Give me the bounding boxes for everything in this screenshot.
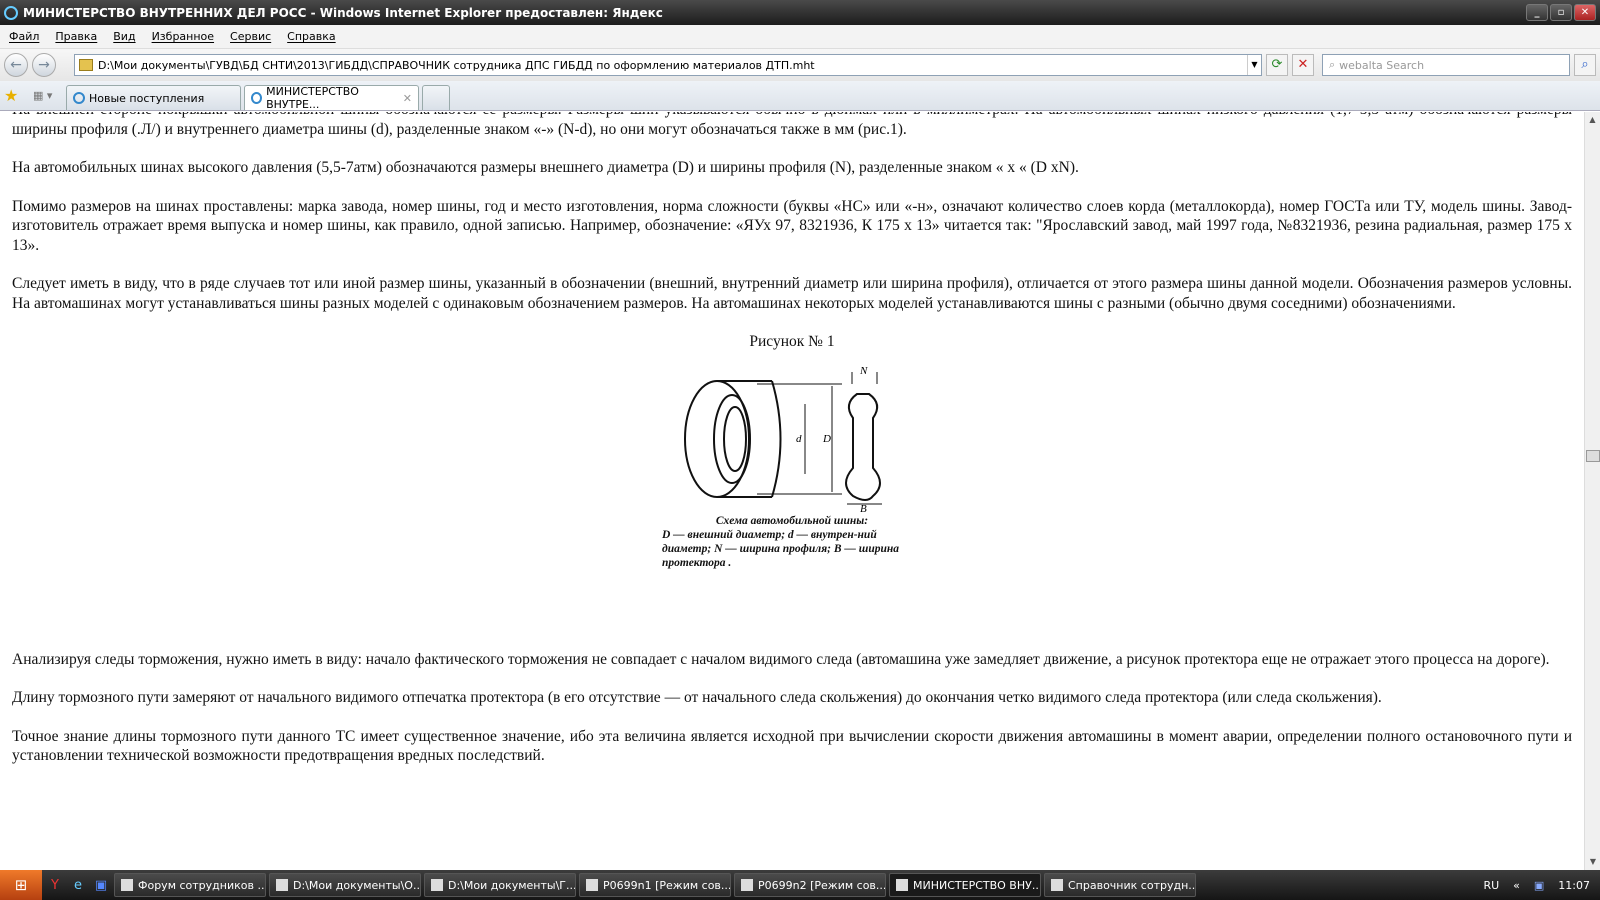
minimize-button[interactable]: _ [1526,4,1548,21]
search-input[interactable]: ⌕ webalta Search [1322,54,1570,76]
favorites-star-icon[interactable]: ★ [4,86,30,105]
tire-diagram: N B D d [684,365,882,514]
menu-edit[interactable]: Правка [55,30,97,43]
clock[interactable]: 11:07 [1558,879,1590,892]
menu-bar: Файл Правка Вид Избранное Сервис Справка [0,25,1600,49]
nav-bar: ← → D:\Мои документы\ГУВД\БД СНТИ\2013\Г… [0,49,1600,81]
label-D: D [822,433,831,445]
back-button[interactable]: ← [4,53,28,77]
tab-bar: ★ ▦ ▾ Новые поступления МИНИСТЕРСТВО ВНУ… [0,81,1600,111]
tab-label: МИНИСТЕРСТВО ВНУТРЕ... [266,85,359,111]
language-indicator[interactable]: RU [1483,879,1499,892]
address-bar[interactable]: D:\Мои документы\ГУВД\БД СНТИ\2013\ГИБДД… [74,54,1262,76]
yandex-icon[interactable]: Y [45,878,65,893]
ie-page-icon [73,92,85,104]
tab-ministry[interactable]: МИНИСТЕРСТВО ВНУТРЕ... ✕ [244,85,419,111]
paragraph: Следует иметь в виду, что в ряде случаев… [12,275,1572,312]
search-button[interactable]: ⌕ [1574,54,1596,76]
tab-new-arrivals[interactable]: Новые поступления [66,85,241,110]
menu-help[interactable]: Справка [287,30,335,43]
taskbar-item[interactable]: D:\Мои документы\Г... [424,873,576,897]
taskbar: ⊞ Y e ▣ Форум сотрудников ... D:\Мои док… [0,870,1600,900]
forward-button[interactable]: → [32,53,56,77]
ie-icon[interactable]: e [68,878,88,893]
search-placeholder: webalta Search [1339,58,1425,72]
paragraph: Точное знание длины тормозного пути данн… [12,727,1572,765]
paragraph: Длину тормозного пути замеряют от началь… [12,689,1382,706]
paragraph: Анализируя следы торможения, нужно иметь… [12,650,1550,668]
system-tray: RU « ▣ 11:07 [1483,879,1600,892]
label-N: N [859,365,868,377]
page-content: На внешней стороне покрышки автомобильно… [0,112,1584,870]
address-text: D:\Мои документы\ГУВД\БД СНТИ\2013\ГИБДД… [98,58,815,72]
close-button[interactable]: ✕ [1574,4,1596,21]
refresh-button[interactable]: ⟳ [1266,54,1288,76]
tray-expand-icon[interactable]: « [1513,879,1520,892]
label-d: d [796,433,802,445]
taskbar-item[interactable]: МИНИСТЕРСТВО ВНУ... [889,873,1041,897]
menu-view[interactable]: Вид [113,30,135,43]
figure-caption: Схема автомобильной шины: D — внешний ди… [662,514,922,570]
figure-title: Рисунок № 1 [749,333,835,350]
window-title: МИНИСТЕРСТВО ВНУТРЕННИХ ДЕЛ РОСС - Windo… [23,5,663,20]
start-button[interactable]: ⊞ [0,870,42,900]
caption-title: Схема автомобильной шины: [715,514,869,527]
file-icon [79,59,93,71]
desktop-icon[interactable]: ▣ [91,878,111,893]
chevron-down-icon[interactable]: ▼ [1247,55,1261,75]
new-tab-button[interactable] [422,85,450,110]
search-icon: ⌕ [1329,58,1336,71]
stop-button[interactable]: ✕ [1292,54,1314,76]
scroll-thumb[interactable] [1586,450,1600,462]
ie-page-icon [251,92,263,104]
scroll-down-icon[interactable]: ▼ [1585,854,1600,870]
paragraph: На внешней стороне покрышки автомобильно… [12,112,1572,138]
taskbar-item[interactable]: P0699n1 [Режим сов... [579,873,731,897]
paragraph: На автомобильных шинах высокого давления… [12,159,1079,176]
label-B: B [860,503,867,514]
menu-file[interactable]: Файл [9,30,39,43]
taskbar-item[interactable]: Справочник сотрудн... [1044,873,1196,897]
quick-tabs-icon[interactable]: ▦ ▾ [33,89,63,102]
maximize-button[interactable]: ▫ [1550,4,1572,21]
ie-logo-icon [4,5,18,20]
vertical-scrollbar[interactable]: ▲ ▼ [1584,112,1600,870]
tab-close-icon[interactable]: ✕ [403,92,412,105]
taskbar-item[interactable]: P0699n2 [Режим сов... [734,873,886,897]
title-bar: МИНИСТЕРСТВО ВНУТРЕННИХ ДЕЛ РОСС - Windo… [0,0,1600,25]
caption-text: D — внешний диаметр; d — внутрен-ний диа… [662,528,899,569]
menu-favorites[interactable]: Избранное [152,30,214,43]
taskbar-item[interactable]: D:\Мои документы\О... [269,873,421,897]
menu-tools[interactable]: Сервис [230,30,271,43]
network-icon[interactable]: ▣ [1534,879,1544,892]
taskbar-item[interactable]: Форум сотрудников ... [114,873,266,897]
scroll-up-icon[interactable]: ▲ [1585,112,1600,128]
tab-label: Новые поступления [89,91,205,105]
paragraph: Помимо размеров на шинах проставлены: ма… [12,197,1572,254]
